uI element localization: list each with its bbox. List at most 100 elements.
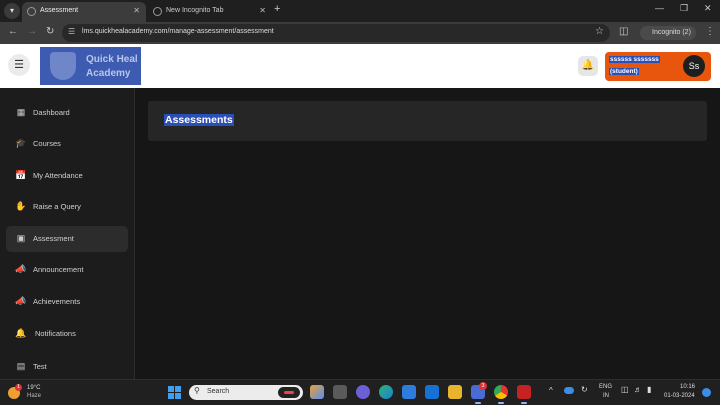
sidebar-item-label: My Attendance — [33, 171, 83, 180]
user-role: (student) — [609, 68, 639, 75]
windows-taskbar: 1 19°C Haze ⚲ Search 3 ^ ↻ ENG IN ◫ ♬ ▮ … — [0, 379, 720, 405]
teams-badge: 3 — [479, 382, 487, 390]
assessments-card: Assessments — [148, 101, 707, 141]
app-header: ☰ Quick Heal Academy 🔔 ssssss sssssss (s… — [0, 44, 720, 88]
sidebar-item-courses[interactable]: 🎓 Courses — [6, 131, 128, 157]
close-tab-icon[interactable]: ✕ — [259, 2, 266, 20]
sidebar-item-my-attendance[interactable]: 📅 My Attendance — [6, 163, 128, 189]
clock-time[interactable]: 10:16 — [680, 384, 695, 390]
tab-assessment[interactable]: Assessment ✕ — [22, 2, 146, 22]
onedrive-icon[interactable] — [564, 387, 574, 394]
weather-desc: Haze — [27, 393, 42, 399]
site-info-icon[interactable]: ☰ — [68, 27, 75, 36]
logo-text-line1: Quick Heal — [86, 54, 138, 65]
taskbar-search-box[interactable]: ⚲ Search — [189, 385, 303, 400]
sidebar-item-notifications[interactable]: 🔔 Notifications — [6, 321, 128, 347]
tab-new-incognito[interactable]: New Incognito Tab ✕ — [148, 2, 272, 22]
assessment-icon: ▣ — [16, 233, 26, 243]
sidebar-item-label: Raise a Query — [33, 202, 81, 211]
incognito-tab-icon — [153, 7, 162, 16]
incognito-profile-button[interactable]: Incognito (2) — [640, 26, 696, 40]
weather-widget[interactable]: 1 19°C Haze — [8, 384, 58, 402]
url-text: lms.quickhealacademy.com/manage-assessme… — [82, 28, 274, 35]
notification-center-icon[interactable] — [702, 388, 711, 397]
sidebar: ▦ Dashboard 🎓 Courses 📅 My Attendance ✋ … — [0, 88, 135, 379]
address-bar[interactable]: ☰ lms.quickhealacademy.com/manage-assess… — [62, 24, 610, 42]
sidebar-item-label: Assessment — [33, 234, 74, 243]
show-hidden-icons-icon[interactable]: ^ — [549, 386, 553, 395]
sidebar-item-label: Test — [33, 362, 47, 371]
edge-icon[interactable] — [379, 385, 393, 399]
user-profile-chip[interactable]: ssssss sssssss (student) Ss — [605, 52, 711, 81]
sidebar-item-announcement[interactable]: 📣 Announcement — [6, 257, 128, 283]
sidebar-item-raise-a-query[interactable]: ✋ Raise a Query — [6, 194, 128, 220]
sidebar-item-label: Dashboard — [33, 108, 70, 117]
sidebar-item-achievements[interactable]: 📣 Achievements — [6, 289, 128, 315]
sync-icon[interactable]: ↻ — [581, 385, 588, 394]
file-explorer-icon[interactable] — [448, 385, 462, 399]
teams-chat-icon[interactable] — [356, 385, 370, 399]
notification-bell-icon[interactable]: 🔔 — [578, 56, 598, 76]
quick-heal-academy-logo[interactable]: Quick Heal Academy — [40, 47, 141, 85]
language-indicator[interactable]: ENG — [599, 384, 612, 390]
weather-badge: 1 — [15, 384, 22, 391]
page-title: Assessments — [164, 114, 234, 126]
calendar-icon: 📅 — [15, 170, 27, 180]
user-name: ssssss sssssss — [609, 56, 660, 63]
tab-title: New Incognito Tab — [166, 7, 224, 14]
courses-icon: 🎓 — [15, 138, 27, 148]
sidebar-item-dashboard[interactable]: ▦ Dashboard — [6, 100, 128, 126]
sidebar-item-label: Notifications — [35, 329, 76, 338]
megaphone-icon: 📣 — [15, 264, 27, 274]
copilot-icon[interactable] — [310, 385, 324, 399]
battery-icon[interactable]: ▮ — [647, 385, 651, 394]
side-panel-icon[interactable]: ◫ — [619, 26, 628, 37]
volume-icon[interactable]: ♬ — [634, 385, 642, 394]
minimize-icon[interactable]: — — [655, 3, 664, 13]
search-placeholder: Search — [207, 388, 230, 395]
browser-toolbar: ← → ↻ ☰ lms.quickhealacademy.com/manage-… — [0, 22, 720, 44]
globe-icon — [27, 7, 36, 16]
store-icon[interactable] — [402, 385, 416, 399]
weather-temp: 19°C — [27, 385, 41, 391]
clock-date[interactable]: 01-03-2024 — [664, 393, 695, 399]
browser-menu-icon[interactable]: ⋮ — [705, 26, 715, 37]
search-highlight-icon — [278, 387, 300, 398]
language-region: IN — [603, 393, 609, 399]
teams-icon[interactable]: 3 — [471, 382, 487, 404]
dashboard-icon: ▦ — [16, 107, 26, 117]
sidebar-item-label: Announcement — [33, 265, 84, 274]
tab-search-dropdown-icon[interactable]: ▾ — [4, 3, 20, 19]
hamburger-menu-icon[interactable]: ☰ — [8, 54, 30, 76]
task-view-icon[interactable] — [333, 385, 347, 399]
network-icon[interactable]: ◫ — [621, 385, 629, 394]
hand-icon: ✋ — [15, 201, 27, 211]
logo-text-line2: Academy — [86, 68, 131, 79]
sidebar-item-label: Achievements — [33, 297, 81, 306]
avatar[interactable]: Ss — [683, 55, 705, 77]
acrobat-icon[interactable] — [517, 385, 531, 404]
megaphone-icon: 📣 — [15, 296, 27, 306]
sidebar-item-label: Courses — [33, 139, 61, 148]
bookmark-star-icon[interactable]: ☆ — [595, 26, 604, 37]
shield-logo-icon — [50, 52, 76, 80]
reload-icon[interactable]: ↻ — [46, 26, 54, 37]
back-icon[interactable]: ← — [8, 26, 18, 37]
mail-icon[interactable] — [425, 385, 439, 399]
chrome-icon[interactable] — [494, 385, 508, 404]
new-tab-icon[interactable]: + — [274, 3, 280, 15]
tab-title: Assessment — [40, 7, 79, 14]
close-tab-icon[interactable]: ✕ — [133, 2, 140, 20]
sidebar-item-assessment[interactable]: ▣ Assessment — [6, 226, 128, 252]
incognito-label: Incognito (2) — [652, 29, 691, 36]
restore-icon[interactable]: ❐ — [680, 3, 688, 14]
test-icon: ▤ — [16, 361, 26, 371]
windows-start-icon[interactable] — [168, 386, 181, 399]
browser-tab-strip: ▾ Assessment ✕ New Incognito Tab ✕ + — ❐… — [0, 0, 720, 22]
forward-icon[interactable]: → — [27, 26, 37, 37]
search-icon: ⚲ — [194, 386, 200, 395]
bell-icon: 🔔 — [15, 328, 27, 338]
sidebar-item-test[interactable]: ▤ Test — [6, 354, 128, 379]
main-content: Assessments — [135, 88, 720, 379]
close-window-icon[interactable]: ✕ — [704, 3, 712, 14]
